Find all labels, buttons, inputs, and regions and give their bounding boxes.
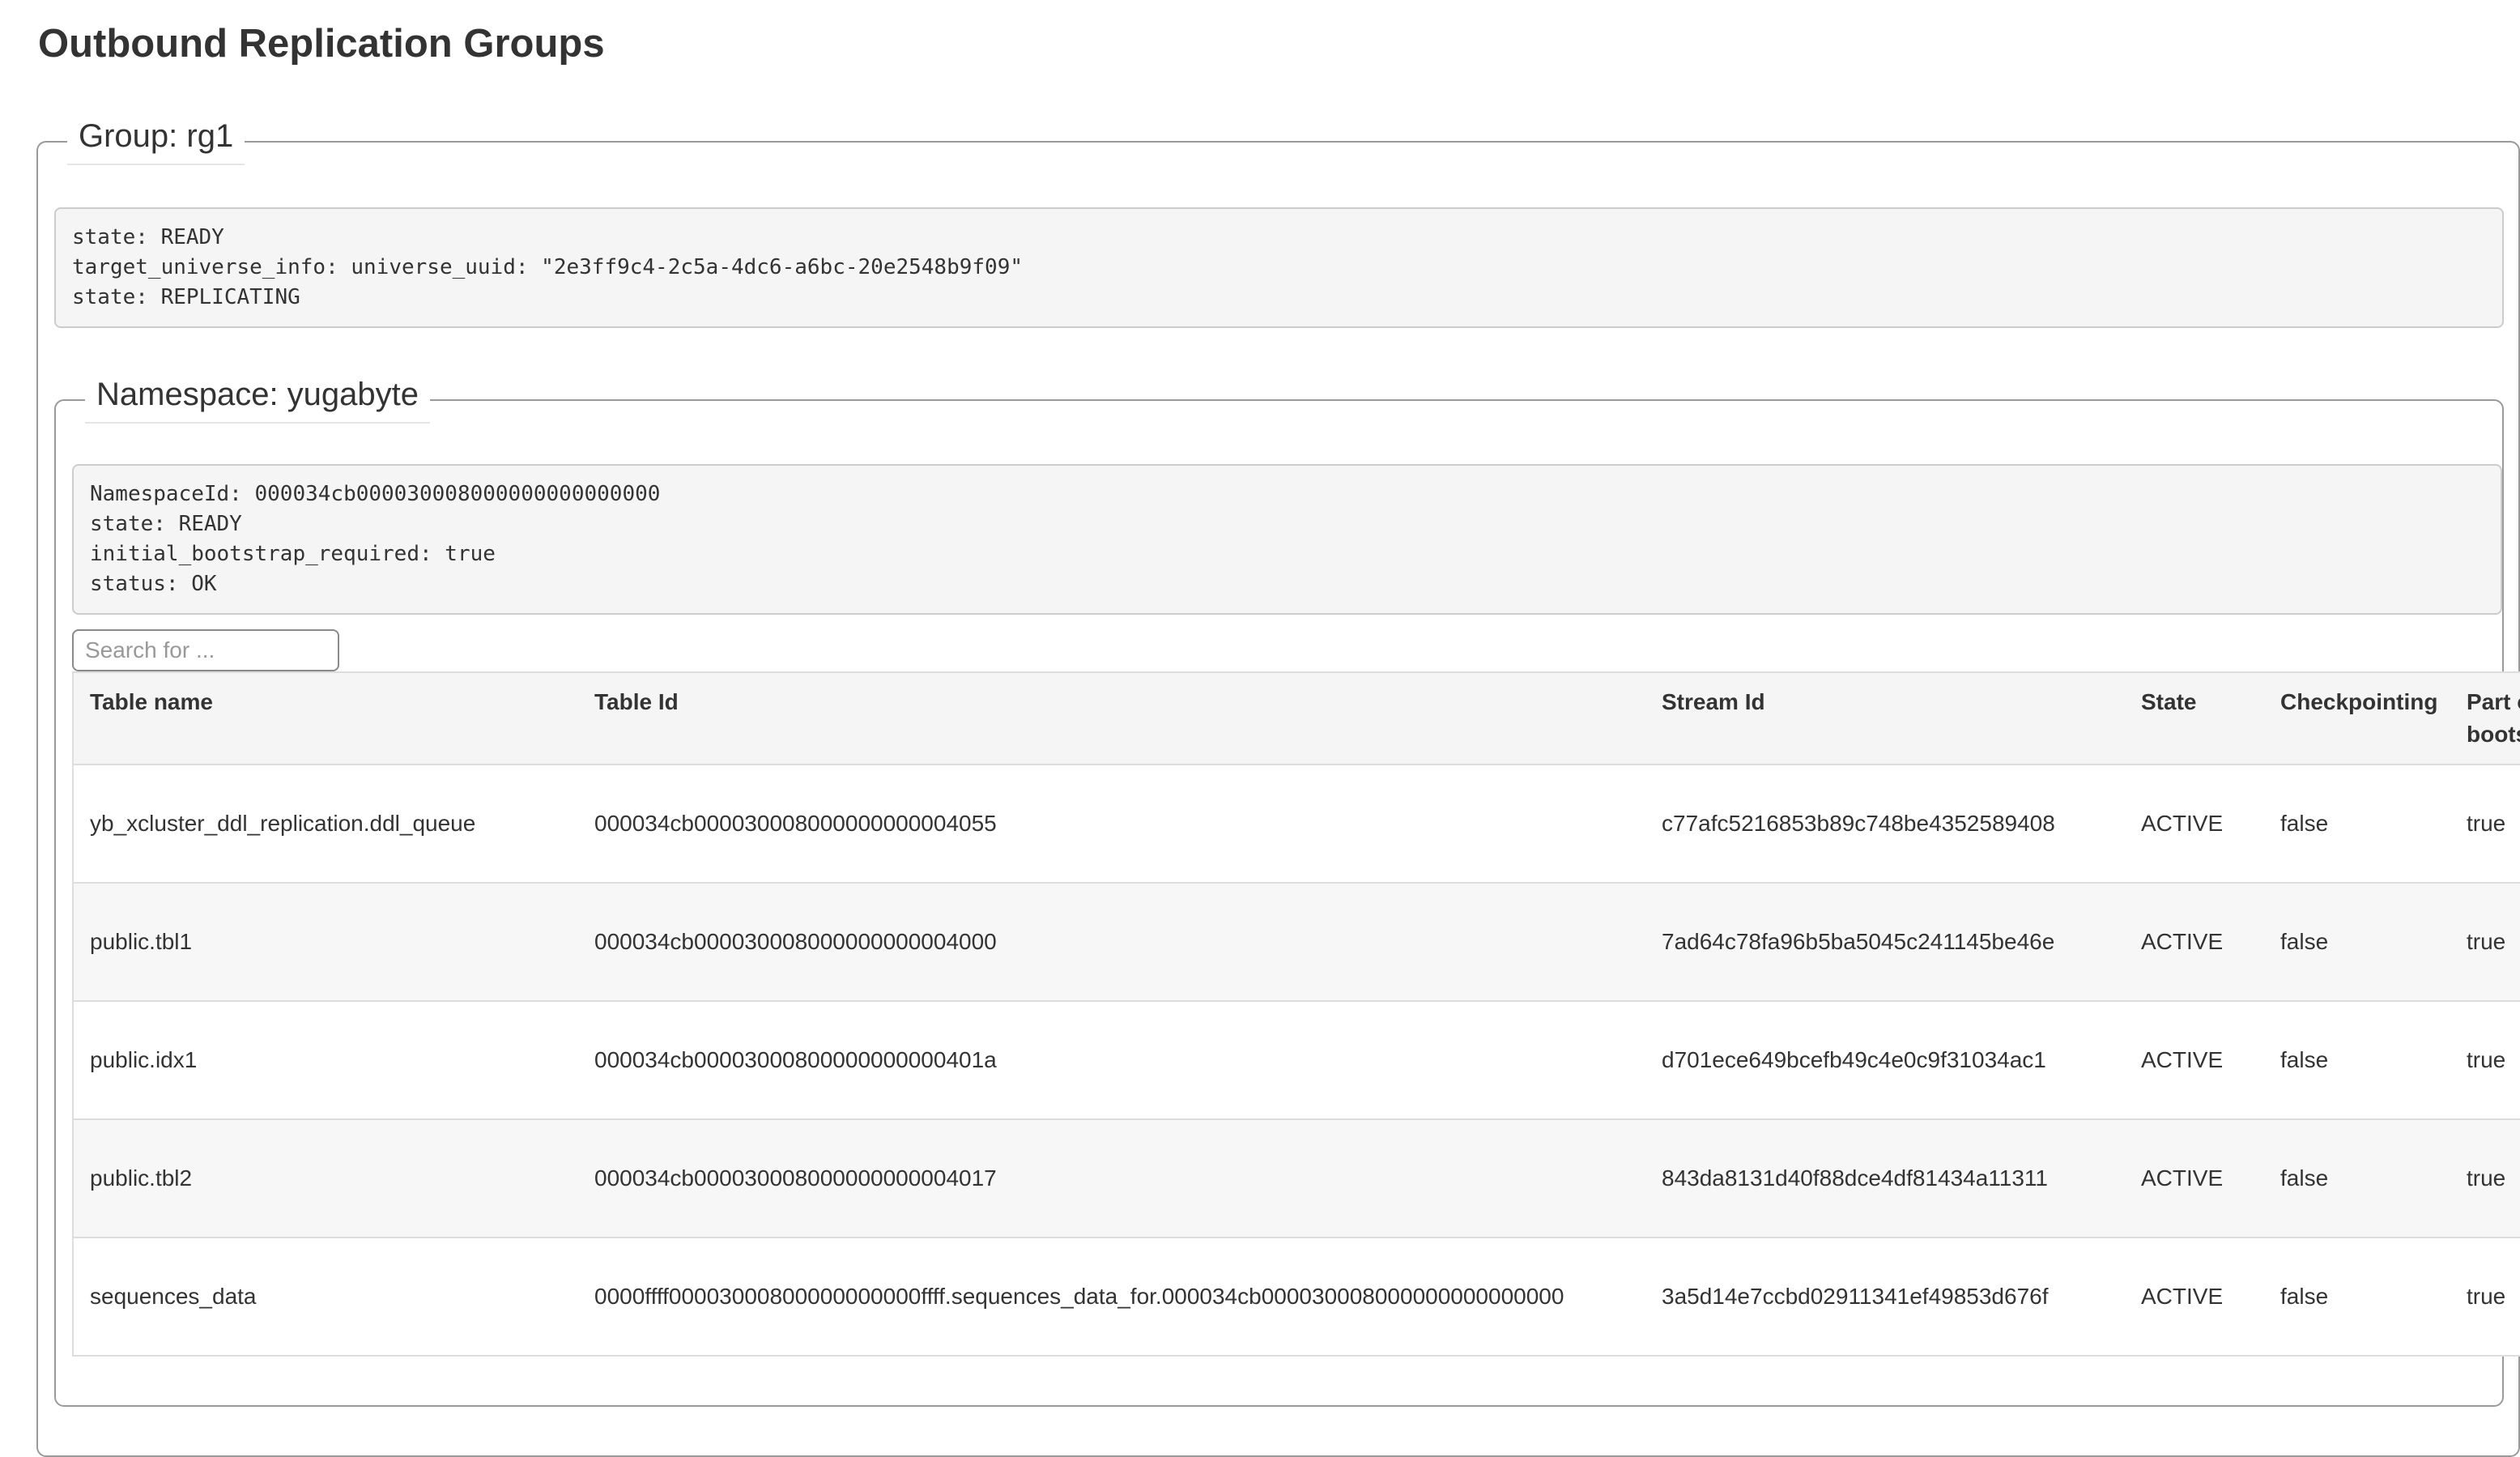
table-cell-0: public.idx1: [73, 1001, 578, 1119]
table-cell-5: true: [2450, 1001, 2520, 1119]
page-title: Outbound Replication Groups: [38, 23, 2520, 66]
table-cell-0: public.tbl2: [73, 1119, 578, 1238]
page: Outbound Replication Groups Group: rg1 s…: [0, 0, 2520, 1457]
column-header-5: Part of initial bootstrap: [2450, 672, 2520, 765]
table-cell-0: yb_xcluster_ddl_replication.ddl_queue: [73, 765, 578, 883]
table-cell-4: false: [2264, 1119, 2450, 1238]
table-cell-0: sequences_data: [73, 1238, 578, 1356]
table-cell-1: 000034cb000030008000000000004017: [578, 1119, 1645, 1238]
namespace-fieldset: Namespace: yugabyte NamespaceId: 000034c…: [54, 377, 2504, 1407]
table-cell-1: 000034cb000030008000000000004055: [578, 765, 1645, 883]
table-cell-5: true: [2450, 1119, 2520, 1238]
tables-table: Table nameTable IdStream IdStateCheckpoi…: [72, 671, 2520, 1357]
table-cell-5: true: [2450, 883, 2520, 1001]
table-cell-3: ACTIVE: [2125, 1001, 2264, 1119]
table-row: public.tbl1000034cb000030008000000000004…: [73, 883, 2520, 1001]
table-cell-1: 0000ffff00003000800000000000ffff.sequenc…: [578, 1238, 1645, 1356]
table-body: yb_xcluster_ddl_replication.ddl_queue000…: [73, 765, 2520, 1356]
table-cell-3: ACTIVE: [2125, 765, 2264, 883]
table-cell-2: d701ece649bcefb49c4e0c9f31034ac1: [1645, 1001, 2125, 1119]
table-header-row: Table nameTable IdStream IdStateCheckpoi…: [73, 672, 2520, 765]
table-cell-2: 3a5d14e7ccbd02911341ef49853d676f: [1645, 1238, 2125, 1356]
group-legend: Group: rg1: [67, 118, 245, 165]
table-cell-2: c77afc5216853b89c748be4352589408: [1645, 765, 2125, 883]
column-header-3: State: [2125, 672, 2264, 765]
table-cell-4: false: [2264, 765, 2450, 883]
namespace-legend: Namespace: yugabyte: [85, 377, 430, 424]
column-header-2: Stream Id: [1645, 672, 2125, 765]
table-cell-3: ACTIVE: [2125, 1119, 2264, 1238]
table-cell-4: false: [2264, 1001, 2450, 1119]
table-cell-3: ACTIVE: [2125, 1238, 2264, 1356]
column-header-1: Table Id: [578, 672, 1645, 765]
column-header-0: Table name: [73, 672, 578, 765]
table-cell-4: false: [2264, 1238, 2450, 1356]
search-input[interactable]: [72, 629, 339, 671]
table-row: public.idx1000034cb000030008000000000004…: [73, 1001, 2520, 1119]
table-cell-5: true: [2450, 1238, 2520, 1356]
table-cell-2: 7ad64c78fa96b5ba5045c241145be46e: [1645, 883, 2125, 1001]
table-cell-0: public.tbl1: [73, 883, 578, 1001]
column-header-4: Checkpointing: [2264, 672, 2450, 765]
table-cell-2: 843da8131d40f88dce4df81434a11311: [1645, 1119, 2125, 1238]
table-row: sequences_data0000ffff000030008000000000…: [73, 1238, 2520, 1356]
group-info-box: state: READY target_universe_info: unive…: [54, 207, 2504, 328]
group-fieldset: Group: rg1 state: READY target_universe_…: [36, 118, 2520, 1457]
table-cell-3: ACTIVE: [2125, 883, 2264, 1001]
table-cell-4: false: [2264, 883, 2450, 1001]
table-row: yb_xcluster_ddl_replication.ddl_queue000…: [73, 765, 2520, 883]
namespace-info-box: NamespaceId: 000034cb0000300080000000000…: [72, 464, 2502, 615]
table-cell-5: true: [2450, 765, 2520, 883]
table-row: public.tbl2000034cb000030008000000000004…: [73, 1119, 2520, 1238]
table-cell-1: 000034cb000030008000000000004000: [578, 883, 1645, 1001]
table-cell-1: 000034cb00003000800000000000401a: [578, 1001, 1645, 1119]
